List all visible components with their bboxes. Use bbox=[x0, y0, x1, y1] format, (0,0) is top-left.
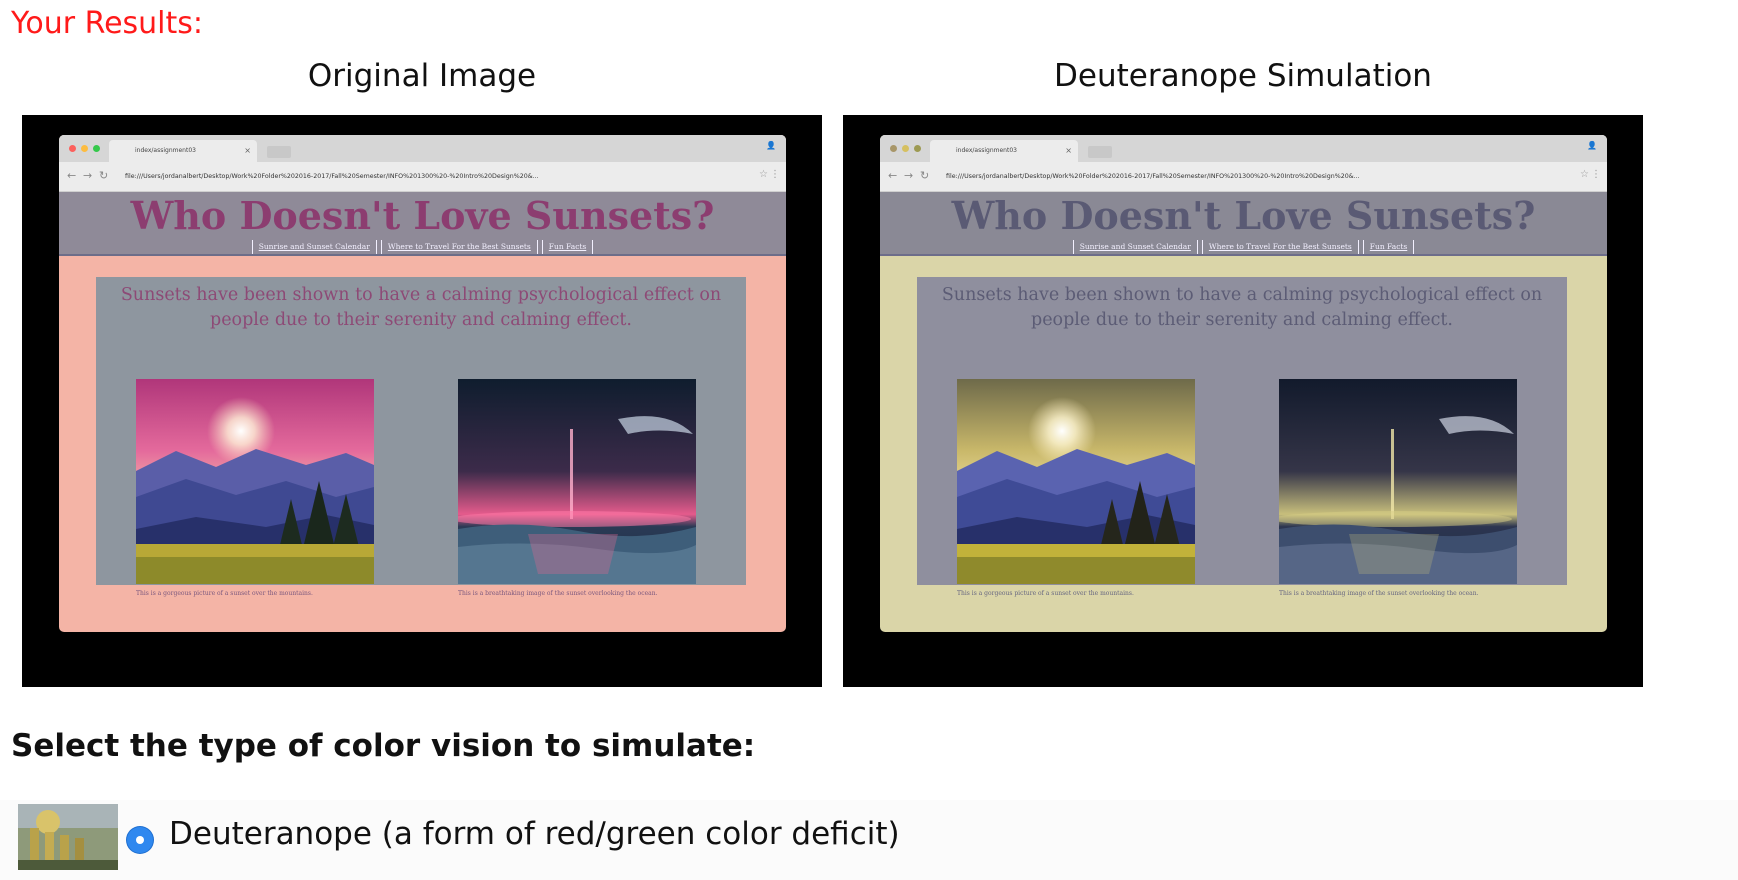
mountain-photo-caption: This is a gorgeous picture of a sunset o… bbox=[136, 590, 313, 597]
deuteranope-radio[interactable] bbox=[127, 827, 153, 853]
deuteranope-option-label[interactable]: Deuteranope (a form of red/green color d… bbox=[169, 816, 900, 852]
nav-link-fun-facts: Fun Facts bbox=[1362, 240, 1415, 254]
site-navbar: Sunrise and Sunset Calendar Where to Trav… bbox=[880, 240, 1607, 256]
content-box: Sunsets have been shown to have a calmin… bbox=[96, 277, 746, 597]
deuteranope-thumbnail bbox=[18, 804, 118, 870]
address-row: ← → ↻ file:///Users/jordanalbert/Desktop… bbox=[59, 166, 786, 188]
site-banner: Who Doesn't Love Sunsets? bbox=[59, 192, 786, 240]
forward-icon: → bbox=[904, 169, 914, 182]
tab-close-icon: × bbox=[1065, 146, 1072, 155]
browser-tab: index/assignment03 × bbox=[930, 140, 1078, 162]
mountain-photo-caption: This is a gorgeous picture of a sunset o… bbox=[957, 590, 1134, 597]
nav-link-travel: Where to Travel For the Best Sunsets bbox=[380, 240, 538, 254]
profile-icon: 👤 bbox=[1587, 141, 1597, 150]
new-tab-icon bbox=[267, 146, 291, 158]
close-dot-icon bbox=[69, 145, 76, 152]
maximize-dot-icon bbox=[93, 145, 100, 152]
select-vision-label: Select the type of color vision to simul… bbox=[11, 728, 756, 764]
minimize-dot-icon bbox=[81, 145, 88, 152]
ocean-photo-caption: This is a breathtaking image of the suns… bbox=[1279, 590, 1479, 597]
results-title: Your Results: bbox=[11, 6, 204, 41]
menu-icon: ⋮ bbox=[770, 169, 780, 180]
bookmark-star-icon: ☆ bbox=[759, 169, 768, 180]
ocean-sunset-photo bbox=[458, 379, 696, 584]
tab-title: index/assignment03 bbox=[135, 147, 196, 154]
vision-option-row[interactable]: Deuteranope (a form of red/green color d… bbox=[0, 800, 1738, 880]
browser-tab: index/assignment03 × bbox=[109, 140, 257, 162]
browser-chrome: index/assignment03 × 👤 ← → ↻ file:///Use… bbox=[880, 135, 1607, 192]
browser-window: index/assignment03 × 👤 ← → ↻ file:///Use… bbox=[880, 135, 1607, 632]
mountain-sunset-photo bbox=[957, 379, 1195, 584]
tab-bar: index/assignment03 × 👤 bbox=[59, 135, 786, 162]
nav-link-fun-facts: Fun Facts bbox=[541, 240, 594, 254]
nav-link-travel: Where to Travel For the Best Sunsets bbox=[1201, 240, 1359, 254]
profile-icon: 👤 bbox=[766, 141, 776, 150]
nav-link-calendar: Sunrise and Sunset Calendar bbox=[251, 240, 377, 254]
address-row: ← → ↻ file:///Users/jordanalbert/Desktop… bbox=[880, 166, 1607, 188]
ocean-photo-caption: This is a breathtaking image of the suns… bbox=[458, 590, 658, 597]
browser-window: index/assignment03 × 👤 ← → ↻ file:///Use… bbox=[59, 135, 786, 632]
original-image-frame: index/assignment03 × 👤 ← → ↻ file:///Use… bbox=[22, 115, 822, 687]
bookmark-star-icon: ☆ bbox=[1580, 169, 1589, 180]
tab-close-icon: × bbox=[244, 146, 251, 155]
deuteranope-simulation-heading: Deuteranope Simulation bbox=[1054, 58, 1432, 94]
menu-icon: ⋮ bbox=[1591, 169, 1601, 180]
new-tab-icon bbox=[1088, 146, 1112, 158]
browser-chrome: index/assignment03 × 👤 ← → ↻ file:///Use… bbox=[59, 135, 786, 192]
nav-link-calendar: Sunrise and Sunset Calendar bbox=[1072, 240, 1198, 254]
back-icon: ← bbox=[888, 169, 898, 182]
tab-title: index/assignment03 bbox=[956, 147, 1017, 154]
close-dot-icon bbox=[890, 145, 897, 152]
intro-text: Sunsets have been shown to have a calmin… bbox=[120, 285, 722, 330]
site-banner: Who Doesn't Love Sunsets? bbox=[880, 192, 1607, 240]
intro-text: Sunsets have been shown to have a calmin… bbox=[941, 285, 1543, 330]
minimize-dot-icon bbox=[902, 145, 909, 152]
url-bar: file:///Users/jordanalbert/Desktop/Work%… bbox=[125, 173, 539, 180]
url-bar: file:///Users/jordanalbert/Desktop/Work%… bbox=[946, 173, 1360, 180]
tab-bar: index/assignment03 × 👤 bbox=[880, 135, 1607, 162]
original-image-heading: Original Image bbox=[307, 58, 537, 94]
forward-icon: → bbox=[83, 169, 93, 182]
maximize-dot-icon bbox=[914, 145, 921, 152]
deuteranope-image-frame: index/assignment03 × 👤 ← → ↻ file:///Use… bbox=[843, 115, 1643, 687]
mountain-sunset-photo bbox=[136, 379, 374, 584]
back-icon: ← bbox=[67, 169, 77, 182]
ocean-sunset-photo bbox=[1279, 379, 1517, 584]
reload-icon: ↻ bbox=[920, 169, 930, 182]
site-navbar: Sunrise and Sunset Calendar Where to Trav… bbox=[59, 240, 786, 256]
content-box: Sunsets have been shown to have a calmin… bbox=[917, 277, 1567, 597]
reload-icon: ↻ bbox=[99, 169, 109, 182]
